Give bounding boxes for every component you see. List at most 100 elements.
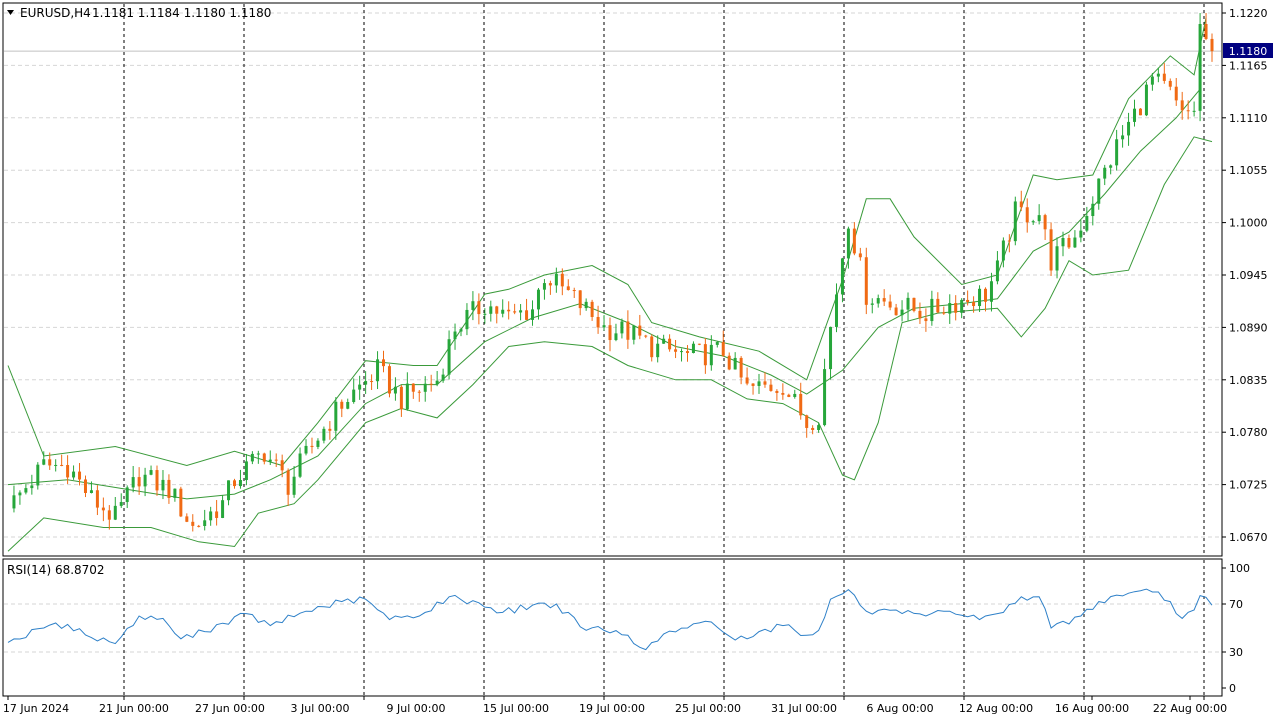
bull-candle-body	[358, 384, 362, 390]
bear-candle-body	[727, 355, 731, 370]
bull-candle-body	[161, 479, 165, 491]
bear-candle-body	[685, 351, 689, 354]
bear-candle-body	[83, 479, 87, 493]
bull-candle-body	[459, 329, 463, 332]
bull-candle-body	[757, 381, 761, 386]
candle	[36, 462, 40, 490]
ohlc-values: 1.1181 1.1184 1.1180 1.1180	[92, 6, 271, 20]
bear-candle-body	[703, 344, 707, 366]
price-tick-label: 1.0890	[1229, 321, 1268, 334]
trading-chart[interactable]: 1.1220 1.1165 1.1110 1.1055 1.1000 1.0945 1.08…	[0, 0, 1280, 720]
bull-candle-body	[304, 445, 308, 454]
chart-canvas[interactable]: 1.1220 1.1165 1.1110 1.1055 1.1000 1.0945 1.08…	[0, 0, 1280, 720]
bull-candle-body	[1103, 167, 1107, 179]
bear-candle-body	[1007, 240, 1011, 242]
rsi-tick-label: 30	[1229, 646, 1243, 659]
bear-candle-body	[340, 401, 344, 409]
bull-candle-body	[453, 331, 457, 340]
bull-candle-body	[298, 453, 302, 477]
bear-candle-body	[572, 290, 576, 292]
bull-candle-body	[119, 502, 123, 506]
candle	[912, 297, 916, 313]
bull-candle-body	[793, 393, 797, 397]
bull-candle-body	[709, 344, 713, 366]
bull-candle-body	[1156, 73, 1160, 77]
bear-candle-body	[382, 359, 386, 367]
bull-candle-body	[89, 490, 93, 493]
bull-candle-body	[1055, 246, 1059, 271]
bull-candle-body	[1127, 121, 1131, 136]
bull-candle-body	[322, 428, 326, 441]
bear-candle-body	[1162, 73, 1166, 81]
bull-candle-body	[1121, 135, 1125, 140]
bull-candle-body	[531, 309, 535, 320]
bear-candle-body	[495, 306, 499, 314]
bull-candle-body	[680, 351, 684, 353]
bull-candle-body	[268, 459, 272, 462]
rsi-tick-label: 70	[1229, 598, 1243, 611]
bear-candle-body	[578, 290, 582, 309]
bull-candle-body	[829, 326, 833, 370]
price-tick-label: 1.0835	[1229, 374, 1268, 387]
bear-candle-body	[60, 464, 64, 466]
bear-candle-body	[429, 383, 433, 385]
bull-candle-body	[30, 485, 34, 489]
candle	[1198, 13, 1202, 122]
bear-candle-body	[1067, 237, 1071, 248]
bear-candle-body	[232, 480, 236, 487]
current-price-text: 1.1180	[1229, 45, 1268, 58]
bull-candle-body	[1013, 201, 1017, 242]
bear-candle-body	[751, 383, 755, 386]
bear-candle-body	[745, 377, 749, 384]
price-tick-label: 1.0780	[1229, 426, 1268, 439]
time-tick-label: 3 Jul 00:00	[291, 702, 350, 715]
rsi-label: RSI(14) 68.8702	[7, 563, 105, 577]
bull-candle-body	[584, 301, 588, 309]
bear-candle-body	[769, 384, 773, 391]
bull-candle-body	[54, 464, 58, 466]
bull-candle-body	[1085, 216, 1089, 231]
bull-candle-body	[149, 470, 153, 475]
bear-candle-body	[477, 301, 481, 315]
symbol-label: EURUSD,H4	[20, 6, 91, 20]
bull-candle-body	[1079, 230, 1083, 238]
bear-candle-body	[590, 301, 594, 317]
bear-candle-body	[966, 299, 970, 303]
bull-candle-body	[501, 309, 505, 314]
bull-candle-body	[876, 298, 880, 304]
bull-candle-body	[715, 342, 719, 345]
bear-candle-body	[763, 381, 767, 385]
bull-candle-body	[542, 283, 546, 290]
price-tick-label: 1.0945	[1229, 269, 1268, 282]
bear-candle-body	[101, 507, 105, 511]
candle	[1013, 196, 1017, 246]
bear-candle-body	[328, 428, 332, 431]
candle	[179, 486, 183, 518]
bull-candle-body	[465, 309, 469, 330]
bear-candle-body	[697, 343, 701, 345]
time-tick-label: 16 Aug 00:00	[1055, 702, 1129, 715]
bull-candle-body	[441, 374, 445, 381]
bear-candle-body	[811, 427, 815, 430]
bull-candle-body	[143, 474, 147, 487]
bear-candle-body	[596, 316, 600, 328]
time-tick-label: 19 Jul 00:00	[579, 702, 645, 715]
bull-candle-body	[244, 461, 248, 481]
bear-candle-body	[858, 253, 862, 258]
bull-candle-body	[113, 505, 117, 520]
bear-candle-body	[399, 386, 403, 410]
bear-candle-body	[852, 228, 856, 254]
bear-candle-body	[608, 325, 612, 341]
bull-candle-body	[978, 288, 982, 307]
candle	[1049, 222, 1053, 276]
bull-candle-body	[352, 389, 356, 402]
bear-candle-body	[179, 488, 183, 517]
bull-candle-body	[435, 380, 439, 385]
bull-candle-body	[227, 480, 231, 501]
bear-candle-body	[155, 470, 159, 491]
bear-candle-body	[167, 479, 171, 498]
bull-candle-body	[900, 309, 904, 316]
bear-candle-body	[507, 309, 511, 312]
candle	[1144, 81, 1148, 117]
bull-candle-body	[238, 480, 242, 487]
